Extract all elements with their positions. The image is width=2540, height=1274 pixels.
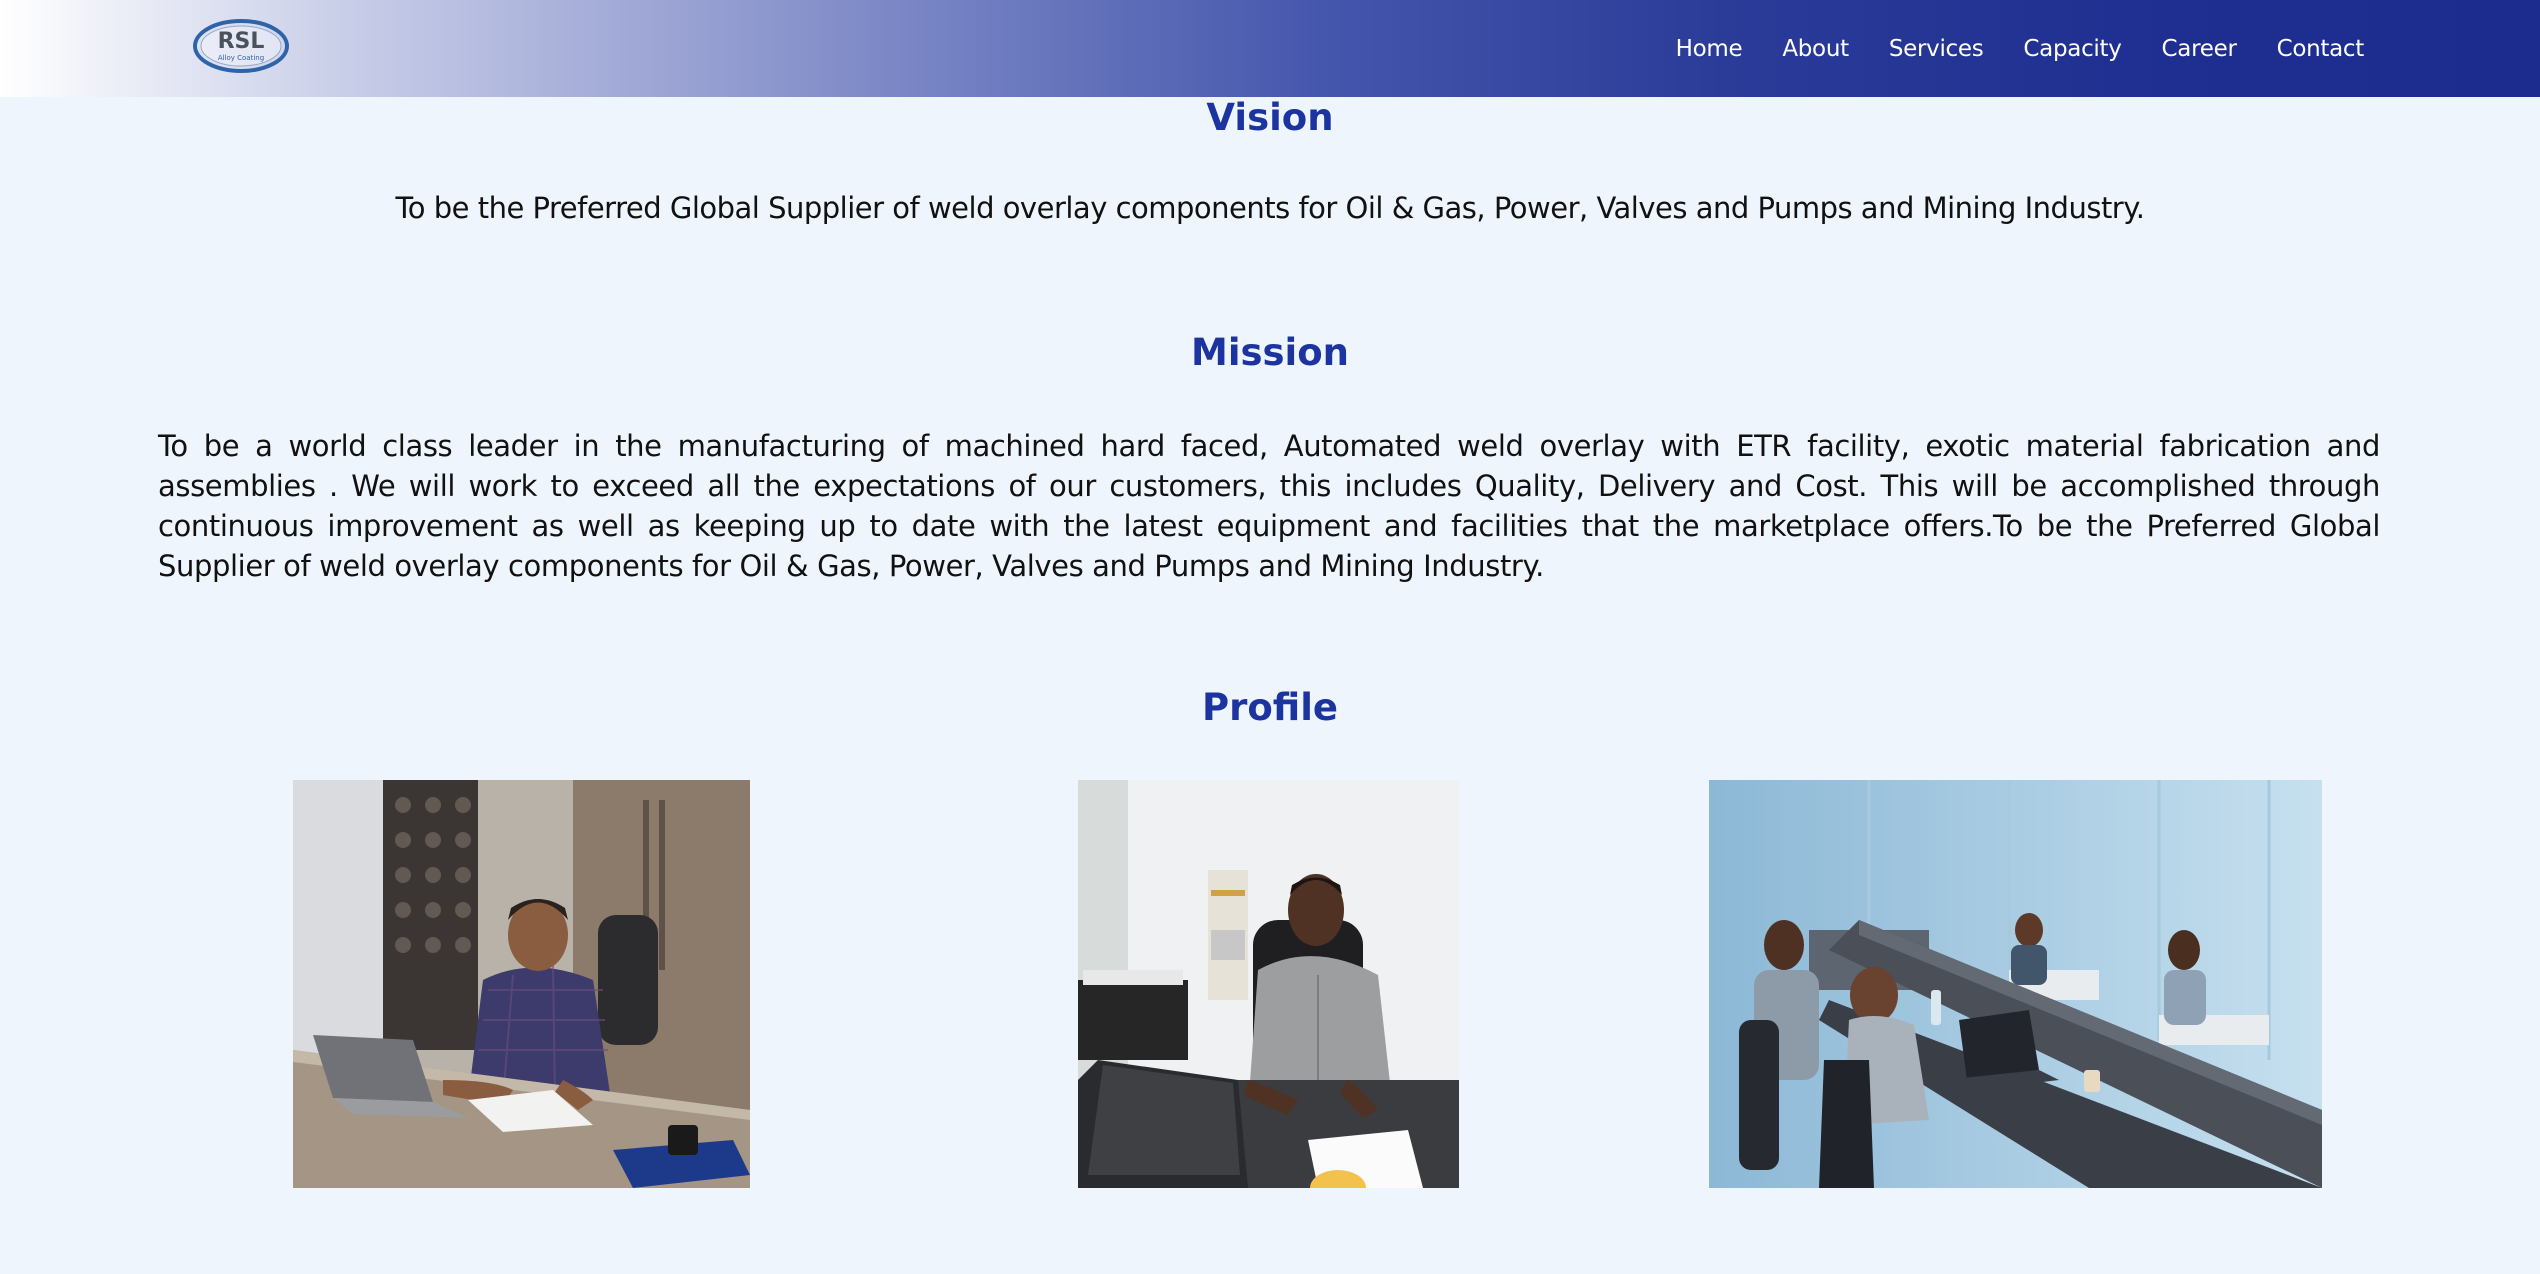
- profile-heading: Profile: [1202, 686, 1338, 729]
- logo-text: RSL: [218, 29, 265, 54]
- nav-contact[interactable]: Contact: [2277, 36, 2365, 62]
- nav-career[interactable]: Career: [2162, 36, 2237, 62]
- nav-about[interactable]: About: [1782, 36, 1849, 62]
- vision-heading: Vision: [1206, 96, 1334, 139]
- nav-services[interactable]: Services: [1889, 36, 1984, 62]
- profile-photo-3: [1709, 780, 2322, 1188]
- logo-subtext: Alloy Coating: [218, 54, 264, 62]
- mission-heading: Mission: [1191, 331, 1349, 374]
- site-header: RSL Alloy Coating Home About Services Ca…: [0, 0, 2540, 97]
- main-nav: Home About Services Capacity Career Cont…: [1636, 0, 2365, 97]
- nav-home[interactable]: Home: [1676, 36, 1743, 62]
- vision-text: To be the Preferred Global Supplier of w…: [395, 191, 2145, 225]
- rsl-logo[interactable]: RSL Alloy Coating: [192, 16, 290, 76]
- rsl-logo-mark: RSL Alloy Coating: [193, 19, 289, 73]
- profile-photo-1: [293, 780, 750, 1188]
- profile-photo-2: [1078, 780, 1459, 1188]
- nav-capacity[interactable]: Capacity: [2023, 36, 2121, 62]
- mission-text: To be a world class leader in the manufa…: [158, 429, 2380, 583]
